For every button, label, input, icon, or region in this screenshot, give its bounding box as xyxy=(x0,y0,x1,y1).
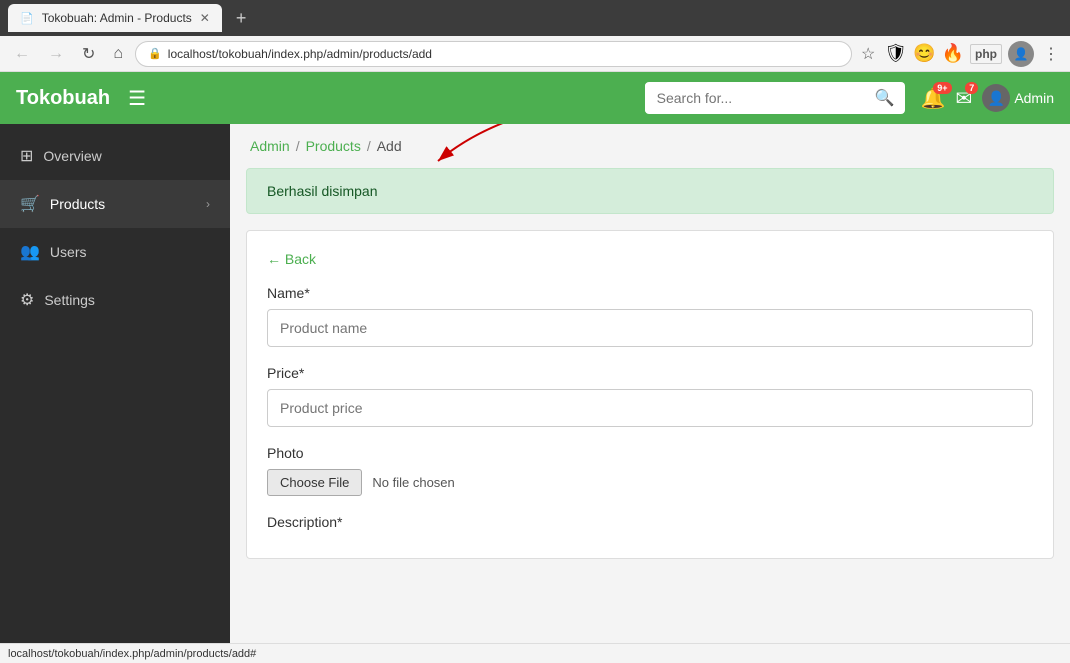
emoji-icon: 😊 xyxy=(913,43,935,64)
back-button[interactable]: ← Back xyxy=(267,251,316,267)
main-content: Admin / Products / Add xyxy=(230,124,1070,643)
lock-icon: 🔒 xyxy=(148,47,162,60)
sidebar-overview-label: Overview xyxy=(43,148,210,164)
reload-button[interactable]: ↻ xyxy=(76,40,101,68)
top-navbar: Tokobuah ☰ 🔍 🔔 9+ ✉ 7 👤 Admin xyxy=(0,72,1070,124)
brand-name: Tokobuah xyxy=(16,87,110,110)
annotation-arrow xyxy=(428,124,528,166)
tab-close-button[interactable]: ✕ xyxy=(200,11,210,25)
file-input-wrapper: Choose File No file chosen xyxy=(267,469,1033,496)
breadcrumb-admin-link[interactable]: Admin xyxy=(250,138,290,154)
browser-chrome: 📄 Tokobuah: Admin - Products ✕ + xyxy=(0,0,1070,36)
notification-badge: 9+ xyxy=(933,82,951,94)
price-input[interactable] xyxy=(267,389,1033,427)
forward-button[interactable]: → xyxy=(42,41,70,67)
overview-icon: ⊞ xyxy=(20,146,33,166)
admin-menu-button[interactable]: 👤 Admin xyxy=(982,84,1054,112)
products-icon: 🛒 xyxy=(20,194,40,214)
search-input[interactable] xyxy=(645,84,865,112)
sidebar-products-label: Products xyxy=(50,196,196,212)
sidebar: ⊞ Overview 🛒 Products › 👥 Users ⚙ Settin… xyxy=(0,124,230,643)
nav-extras: ☆ 🛡 😊 🔥 php 👤 ⋮ xyxy=(858,41,1062,67)
browser-nav-bar: ← → ↻ ⌂ 🔒 localhost/tokobuah/index.php/a… xyxy=(0,36,1070,72)
sidebar-item-overview[interactable]: ⊞ Overview xyxy=(0,132,230,180)
name-field-group: Name* xyxy=(267,285,1033,347)
breadcrumb-current: Add xyxy=(377,138,402,154)
no-file-text: No file chosen xyxy=(372,475,454,490)
sidebar-settings-label: Settings xyxy=(44,292,210,308)
users-icon: 👥 xyxy=(20,242,40,262)
breadcrumb-products-link[interactable]: Products xyxy=(306,138,361,154)
success-message: Berhasil disimpan xyxy=(267,183,378,199)
choose-file-button[interactable]: Choose File xyxy=(267,469,362,496)
mail-button[interactable]: ✉ 7 xyxy=(956,86,973,111)
address-bar[interactable]: 🔒 localhost/tokobuah/index.php/admin/pro… xyxy=(135,41,852,67)
app-wrapper: Tokobuah ☰ 🔍 🔔 9+ ✉ 7 👤 Admin ⊞ xyxy=(0,72,1070,643)
sidebar-item-products[interactable]: 🛒 Products › xyxy=(0,180,230,228)
photo-label: Photo xyxy=(267,445,1033,461)
success-alert: Berhasil disimpan xyxy=(246,168,1054,214)
content-area: ⊞ Overview 🛒 Products › 👥 Users ⚙ Settin… xyxy=(0,124,1070,643)
notification-button[interactable]: 🔔 9+ xyxy=(921,86,946,111)
breadcrumb-sep1: / xyxy=(296,138,300,154)
mail-badge: 7 xyxy=(965,82,978,94)
back-button[interactable]: ← xyxy=(8,41,36,67)
sidebar-item-users[interactable]: 👥 Users xyxy=(0,228,230,276)
browser-menu-button[interactable]: ⋮ xyxy=(1040,41,1062,67)
search-button[interactable]: 🔍 xyxy=(865,82,905,114)
products-arrow-icon: › xyxy=(206,197,210,211)
user-avatar[interactable]: 👤 xyxy=(1008,41,1034,67)
photo-field-group: Photo Choose File No file chosen xyxy=(267,445,1033,496)
breadcrumb-sep2: / xyxy=(367,138,371,154)
breadcrumb: Admin / Products / Add xyxy=(230,124,1070,168)
home-button[interactable]: ⌂ xyxy=(107,41,129,67)
tab-icon: 📄 xyxy=(20,12,34,25)
php-icon: php xyxy=(970,44,1002,64)
settings-icon: ⚙ xyxy=(20,290,34,310)
sidebar-item-settings[interactable]: ⚙ Settings xyxy=(0,276,230,324)
shield-icon: 🛡 xyxy=(884,43,907,64)
nav-icons: 🔔 9+ ✉ 7 👤 Admin xyxy=(921,84,1054,112)
fire-icon: 🔥 xyxy=(942,43,964,64)
description-label: Description* xyxy=(267,514,1033,530)
new-tab-button[interactable]: + xyxy=(230,8,253,29)
bookmark-button[interactable]: ☆ xyxy=(858,41,878,67)
tab-title: Tokobuah: Admin - Products xyxy=(42,11,192,25)
hamburger-button[interactable]: ☰ xyxy=(122,82,152,115)
name-input[interactable] xyxy=(267,309,1033,347)
sidebar-users-label: Users xyxy=(50,244,210,260)
price-label: Price* xyxy=(267,365,1033,381)
admin-label: Admin xyxy=(1014,90,1054,106)
form-card: ← Back Name* Price* Photo Choose File No… xyxy=(246,230,1054,559)
search-bar: 🔍 xyxy=(645,82,905,114)
admin-avatar-icon: 👤 xyxy=(982,84,1010,112)
url-text: localhost/tokobuah/index.php/admin/produ… xyxy=(168,47,839,61)
status-bar: localhost/tokobuah/index.php/admin/produ… xyxy=(0,643,1070,663)
name-label: Name* xyxy=(267,285,1033,301)
price-field-group: Price* xyxy=(267,365,1033,427)
description-field-group: Description* xyxy=(267,514,1033,530)
status-url: localhost/tokobuah/index.php/admin/produ… xyxy=(8,648,256,660)
browser-tab[interactable]: 📄 Tokobuah: Admin - Products ✕ xyxy=(8,4,222,32)
